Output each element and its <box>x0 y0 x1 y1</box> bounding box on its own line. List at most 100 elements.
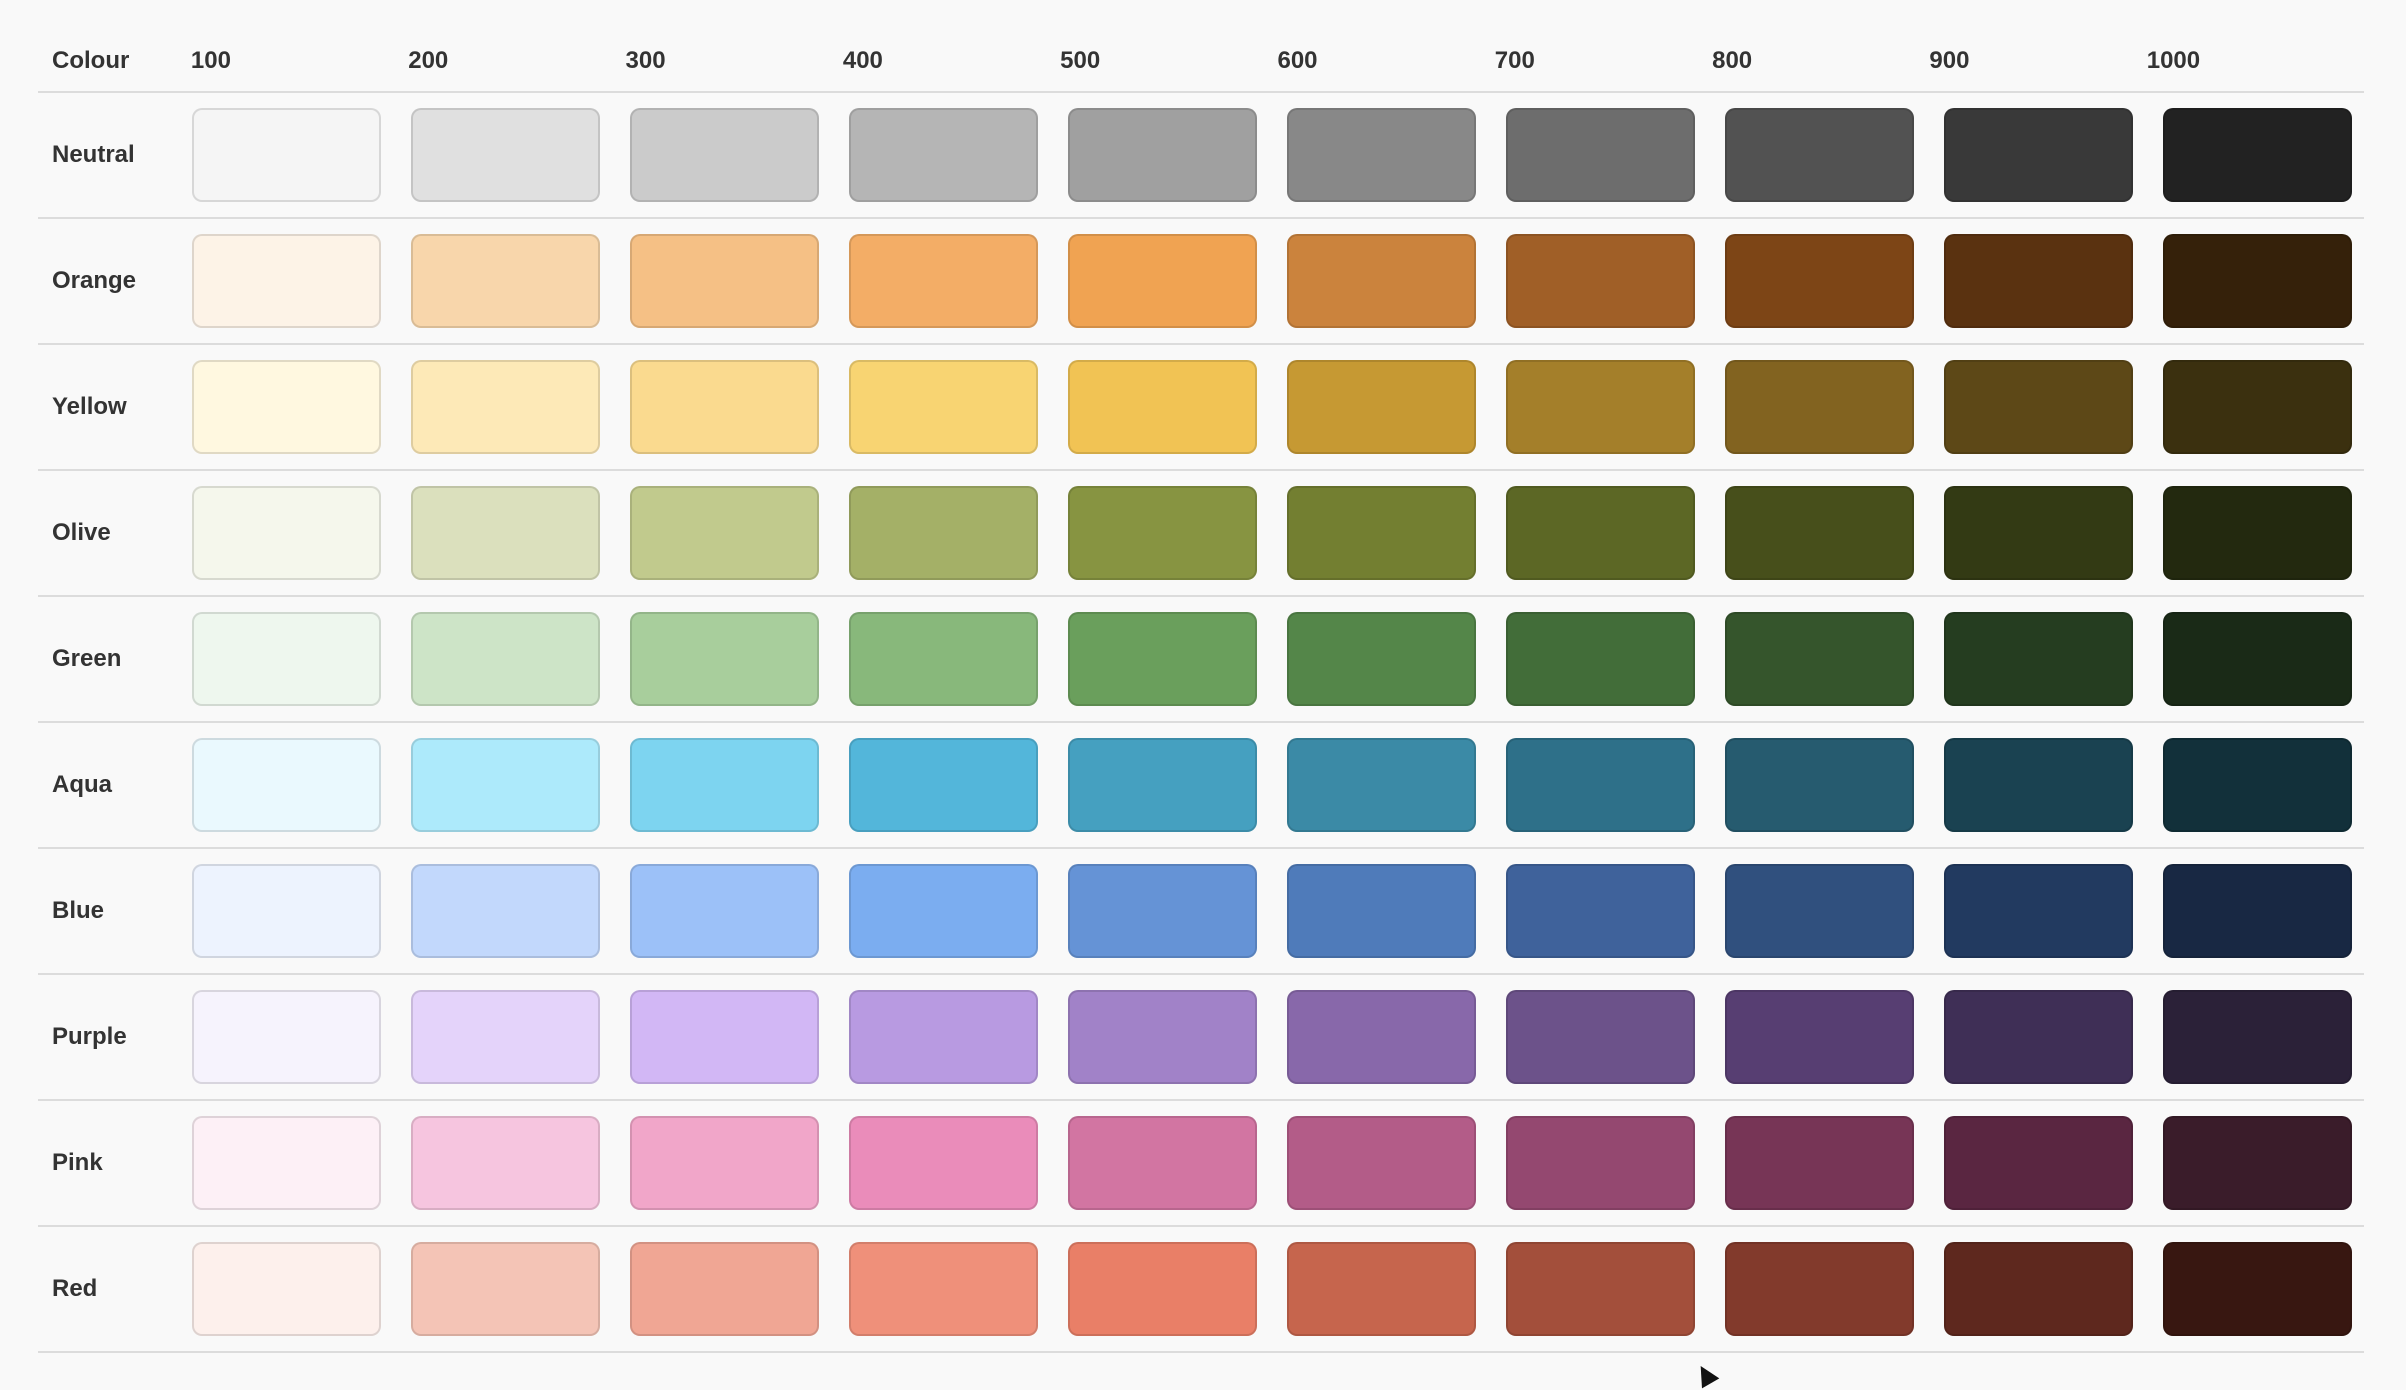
swatch-yellow-600[interactable] <box>1287 360 1476 454</box>
swatch-neutral-900[interactable] <box>1944 108 2133 202</box>
swatch-yellow-400[interactable] <box>849 360 1038 454</box>
swatch-blue-600[interactable] <box>1287 864 1476 958</box>
swatch-neutral-1000[interactable] <box>2163 108 2352 202</box>
swatch-aqua-100[interactable] <box>192 738 381 832</box>
swatch-red-100[interactable] <box>192 1242 381 1336</box>
swatch-red-1000[interactable] <box>2163 1242 2352 1336</box>
swatch-orange-300[interactable] <box>630 234 819 328</box>
swatch-pink-700[interactable] <box>1506 1116 1695 1210</box>
swatch-blue-500[interactable] <box>1068 864 1257 958</box>
swatch-orange-200[interactable] <box>411 234 600 328</box>
swatch-aqua-800[interactable] <box>1725 738 1914 832</box>
swatch-green-800[interactable] <box>1725 612 1914 706</box>
swatch-green-700[interactable] <box>1506 612 1695 706</box>
swatch-aqua-300[interactable] <box>630 738 819 832</box>
swatch-olive-700[interactable] <box>1506 486 1695 580</box>
swatch-yellow-700[interactable] <box>1506 360 1695 454</box>
swatch-red-700[interactable] <box>1506 1242 1695 1336</box>
swatch-neutral-100[interactable] <box>192 108 381 202</box>
swatch-orange-700[interactable] <box>1506 234 1695 328</box>
swatch-purple-500[interactable] <box>1068 990 1257 1084</box>
swatch-green-600[interactable] <box>1287 612 1476 706</box>
swatch-pink-500[interactable] <box>1068 1116 1257 1210</box>
swatch-yellow-900[interactable] <box>1944 360 2133 454</box>
swatch-orange-1000[interactable] <box>2163 234 2352 328</box>
swatch-yellow-300[interactable] <box>630 360 819 454</box>
swatch-aqua-900[interactable] <box>1944 738 2133 832</box>
swatch-green-400[interactable] <box>849 612 1038 706</box>
swatch-pink-600[interactable] <box>1287 1116 1476 1210</box>
swatch-blue-800[interactable] <box>1725 864 1914 958</box>
swatch-yellow-1000[interactable] <box>2163 360 2352 454</box>
swatch-orange-900[interactable] <box>1944 234 2133 328</box>
swatch-green-100[interactable] <box>192 612 381 706</box>
swatch-orange-500[interactable] <box>1068 234 1257 328</box>
swatch-neutral-800[interactable] <box>1725 108 1914 202</box>
swatch-olive-300[interactable] <box>630 486 819 580</box>
swatch-neutral-300[interactable] <box>630 108 819 202</box>
swatch-pink-400[interactable] <box>849 1116 1038 1210</box>
swatch-green-500[interactable] <box>1068 612 1257 706</box>
swatch-red-900[interactable] <box>1944 1242 2133 1336</box>
swatch-purple-800[interactable] <box>1725 990 1914 1084</box>
swatch-neutral-600[interactable] <box>1287 108 1476 202</box>
swatch-aqua-400[interactable] <box>849 738 1038 832</box>
swatch-orange-400[interactable] <box>849 234 1038 328</box>
swatch-yellow-500[interactable] <box>1068 360 1257 454</box>
swatch-aqua-1000[interactable] <box>2163 738 2352 832</box>
swatch-orange-100[interactable] <box>192 234 381 328</box>
swatch-olive-900[interactable] <box>1944 486 2133 580</box>
swatch-green-1000[interactable] <box>2163 612 2352 706</box>
swatch-blue-400[interactable] <box>849 864 1038 958</box>
swatch-green-200[interactable] <box>411 612 600 706</box>
swatch-blue-1000[interactable] <box>2163 864 2352 958</box>
swatch-blue-300[interactable] <box>630 864 819 958</box>
swatch-blue-200[interactable] <box>411 864 600 958</box>
swatch-red-800[interactable] <box>1725 1242 1914 1336</box>
swatch-blue-100[interactable] <box>192 864 381 958</box>
swatch-purple-100[interactable] <box>192 990 381 1084</box>
swatch-olive-400[interactable] <box>849 486 1038 580</box>
swatch-neutral-500[interactable] <box>1068 108 1257 202</box>
swatch-green-900[interactable] <box>1944 612 2133 706</box>
swatch-yellow-100[interactable] <box>192 360 381 454</box>
swatch-pink-200[interactable] <box>411 1116 600 1210</box>
swatch-purple-900[interactable] <box>1944 990 2133 1084</box>
swatch-blue-700[interactable] <box>1506 864 1695 958</box>
swatch-olive-100[interactable] <box>192 486 381 580</box>
swatch-yellow-200[interactable] <box>411 360 600 454</box>
swatch-olive-800[interactable] <box>1725 486 1914 580</box>
swatch-yellow-800[interactable] <box>1725 360 1914 454</box>
swatch-aqua-600[interactable] <box>1287 738 1476 832</box>
swatch-olive-200[interactable] <box>411 486 600 580</box>
swatch-neutral-400[interactable] <box>849 108 1038 202</box>
swatch-pink-800[interactable] <box>1725 1116 1914 1210</box>
swatch-red-600[interactable] <box>1287 1242 1476 1336</box>
swatch-pink-1000[interactable] <box>2163 1116 2352 1210</box>
swatch-aqua-200[interactable] <box>411 738 600 832</box>
swatch-olive-500[interactable] <box>1068 486 1257 580</box>
swatch-purple-300[interactable] <box>630 990 819 1084</box>
swatch-purple-700[interactable] <box>1506 990 1695 1084</box>
swatch-orange-800[interactable] <box>1725 234 1914 328</box>
swatch-pink-300[interactable] <box>630 1116 819 1210</box>
swatch-olive-1000[interactable] <box>2163 486 2352 580</box>
swatch-neutral-200[interactable] <box>411 108 600 202</box>
swatch-orange-600[interactable] <box>1287 234 1476 328</box>
swatch-blue-900[interactable] <box>1944 864 2133 958</box>
swatch-red-500[interactable] <box>1068 1242 1257 1336</box>
swatch-neutral-700[interactable] <box>1506 108 1695 202</box>
swatch-pink-100[interactable] <box>192 1116 381 1210</box>
swatch-purple-1000[interactable] <box>2163 990 2352 1084</box>
swatch-purple-400[interactable] <box>849 990 1038 1084</box>
swatch-red-200[interactable] <box>411 1242 600 1336</box>
swatch-red-400[interactable] <box>849 1242 1038 1336</box>
swatch-aqua-700[interactable] <box>1506 738 1695 832</box>
swatch-purple-200[interactable] <box>411 990 600 1084</box>
swatch-aqua-500[interactable] <box>1068 738 1257 832</box>
swatch-green-300[interactable] <box>630 612 819 706</box>
swatch-red-300[interactable] <box>630 1242 819 1336</box>
swatch-purple-600[interactable] <box>1287 990 1476 1084</box>
swatch-pink-900[interactable] <box>1944 1116 2133 1210</box>
swatch-olive-600[interactable] <box>1287 486 1476 580</box>
